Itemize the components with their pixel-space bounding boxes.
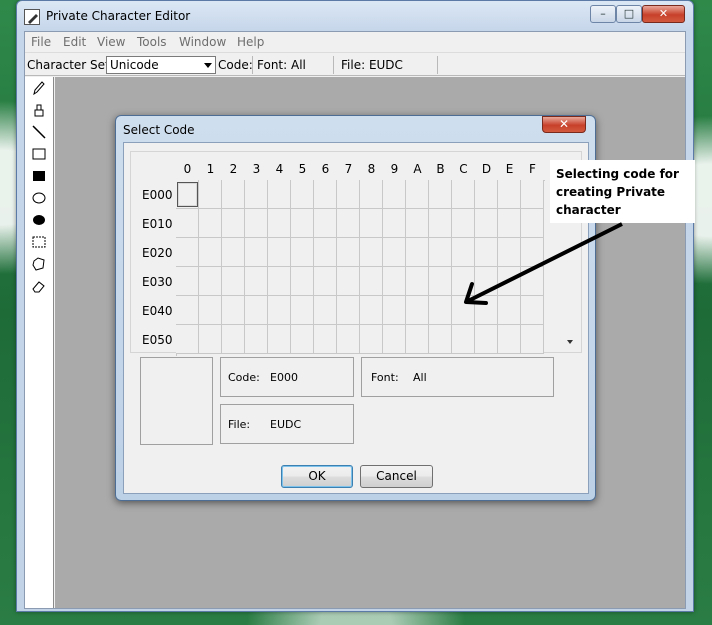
annotation-arrow-icon <box>464 222 623 305</box>
